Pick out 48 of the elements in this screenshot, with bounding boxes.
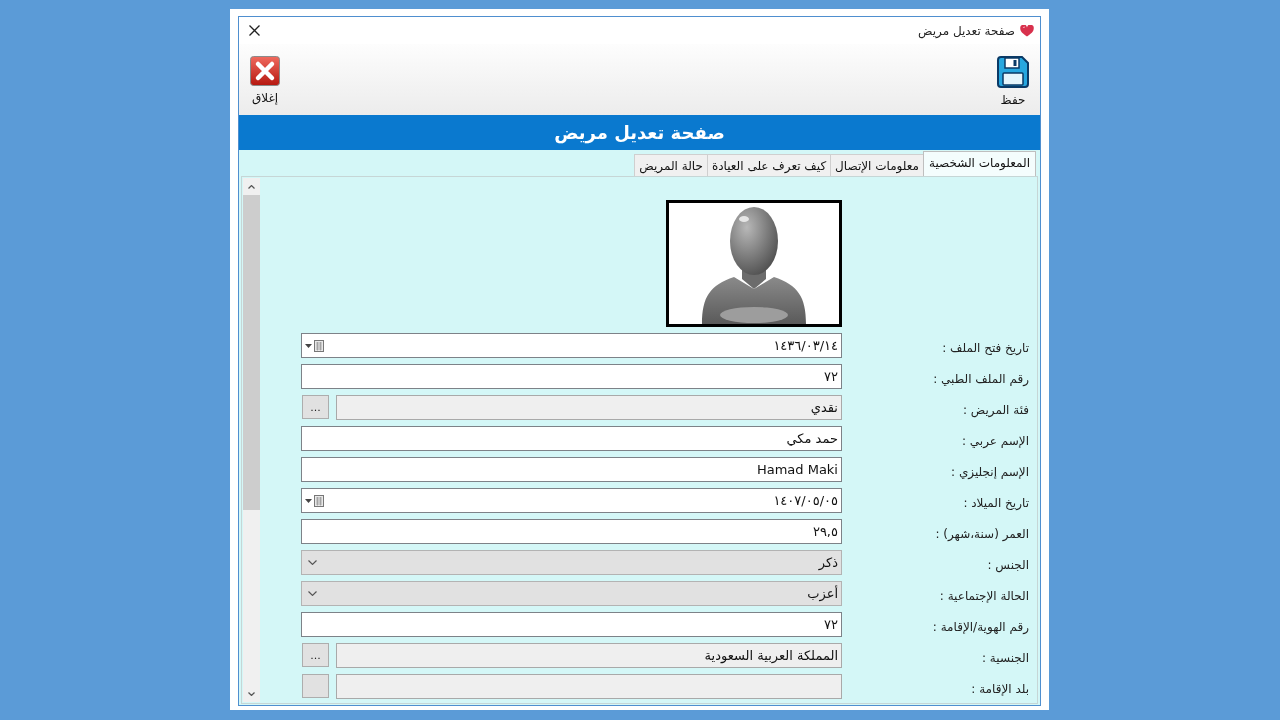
date-field[interactable]: ١٤٣٦/٠٣/١٤ [301,333,842,358]
calendar-icon [314,494,324,507]
field-label: الإسم عربي : [961,432,1030,448]
text-field[interactable]: Hamad Maki [301,457,842,482]
text-field[interactable]: ٧٢ [301,612,842,637]
field-label: رقم الهوية/الإقامة : [931,618,1030,634]
field-label: الجنس : [986,556,1030,572]
dropdown[interactable]: ذكر [301,550,842,575]
tab[interactable]: معلومات الإتصال [830,154,924,176]
tab[interactable]: كيف تعرف على العيادة [706,154,832,176]
lookup-field[interactable] [336,674,842,699]
chevron-down-icon [248,691,255,696]
field-label: الإسم إنجليزي : [950,463,1030,479]
field-label: الحالة الإجتماعية : [938,587,1030,603]
close-icon [250,56,280,86]
calendar-icon [314,339,324,352]
text-field[interactable]: ٢٩,٥ [301,519,842,544]
date-field[interactable]: ١٤٠٧/٠٥/٠٥ [301,488,842,513]
browse-button[interactable]: ... [302,643,329,667]
heart-icon [1020,24,1034,37]
chevron-up-icon [248,184,255,189]
window-title: صفحة تعديل مريض [918,23,1015,38]
field-label: العمر (سنة،شهر) : [934,525,1030,541]
browse-button[interactable]: ... [302,395,329,419]
save-button[interactable]: حفظ [995,55,1031,108]
tab[interactable]: حالة المريض [634,154,708,176]
field-label: فئة المريض : [961,401,1030,417]
scrollbar-thumb[interactable] [243,195,260,510]
header-bar: صفحة تعديل مريض [239,115,1040,150]
dropdown[interactable]: أعزب [301,581,842,606]
field-label: بلد الإقامة : [970,680,1030,696]
close-icon [249,25,260,36]
close-button[interactable]: إغلاق [248,55,282,106]
field-label: تاريخ الميلاد : [962,494,1030,510]
caret-down-icon [305,343,312,348]
caret-down-icon [305,498,312,503]
field-label: رقم الملف الطبي : [932,370,1030,386]
field-label: الجنسية : [981,649,1030,665]
lookup-field[interactable]: نقدي [336,395,842,420]
close-button[interactable] [247,23,262,38]
text-field[interactable]: حمد مكي [301,426,842,451]
tab[interactable]: المعلومات الشخصية [923,151,1036,176]
browse-button[interactable] [302,674,329,698]
chevron-down-icon [308,591,317,596]
field-label: تاريخ فتح الملف : [941,339,1030,355]
text-field[interactable]: ٧٢ [301,364,842,389]
chevron-down-icon [308,560,317,565]
lookup-field[interactable]: المملكة العربية السعودية [336,643,842,668]
